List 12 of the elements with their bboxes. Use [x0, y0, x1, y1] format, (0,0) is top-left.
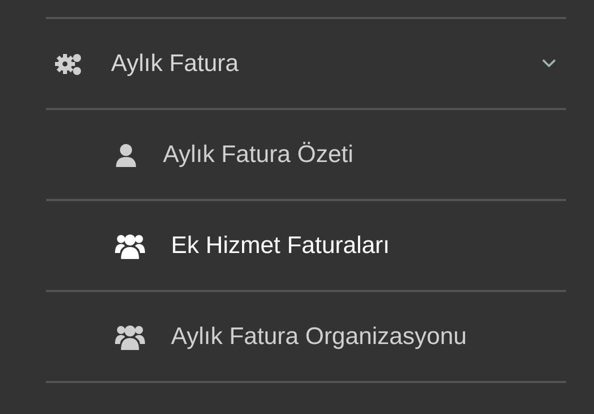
chevron-down-icon	[542, 59, 556, 68]
submenu-item[interactable]: Aylık Fatura Özeti	[46, 110, 566, 201]
group-icon	[115, 324, 145, 350]
submenu-label: Ek Hizmet Faturaları	[171, 230, 390, 260]
menu-group-header[interactable]: Aylık Fatura	[46, 19, 566, 110]
submenu-label: Aylık Fatura Organizasyonu	[171, 322, 467, 352]
group-icon	[115, 232, 145, 258]
submenu-label: Aylık Fatura Özeti	[163, 140, 354, 170]
submenu-item[interactable]: Ek Hizmet Faturaları	[46, 201, 566, 292]
submenu-item[interactable]: Aylık Fatura Organizasyonu	[46, 292, 566, 383]
menu-label: Aylık Fatura	[111, 48, 239, 78]
user-icon	[115, 142, 137, 166]
